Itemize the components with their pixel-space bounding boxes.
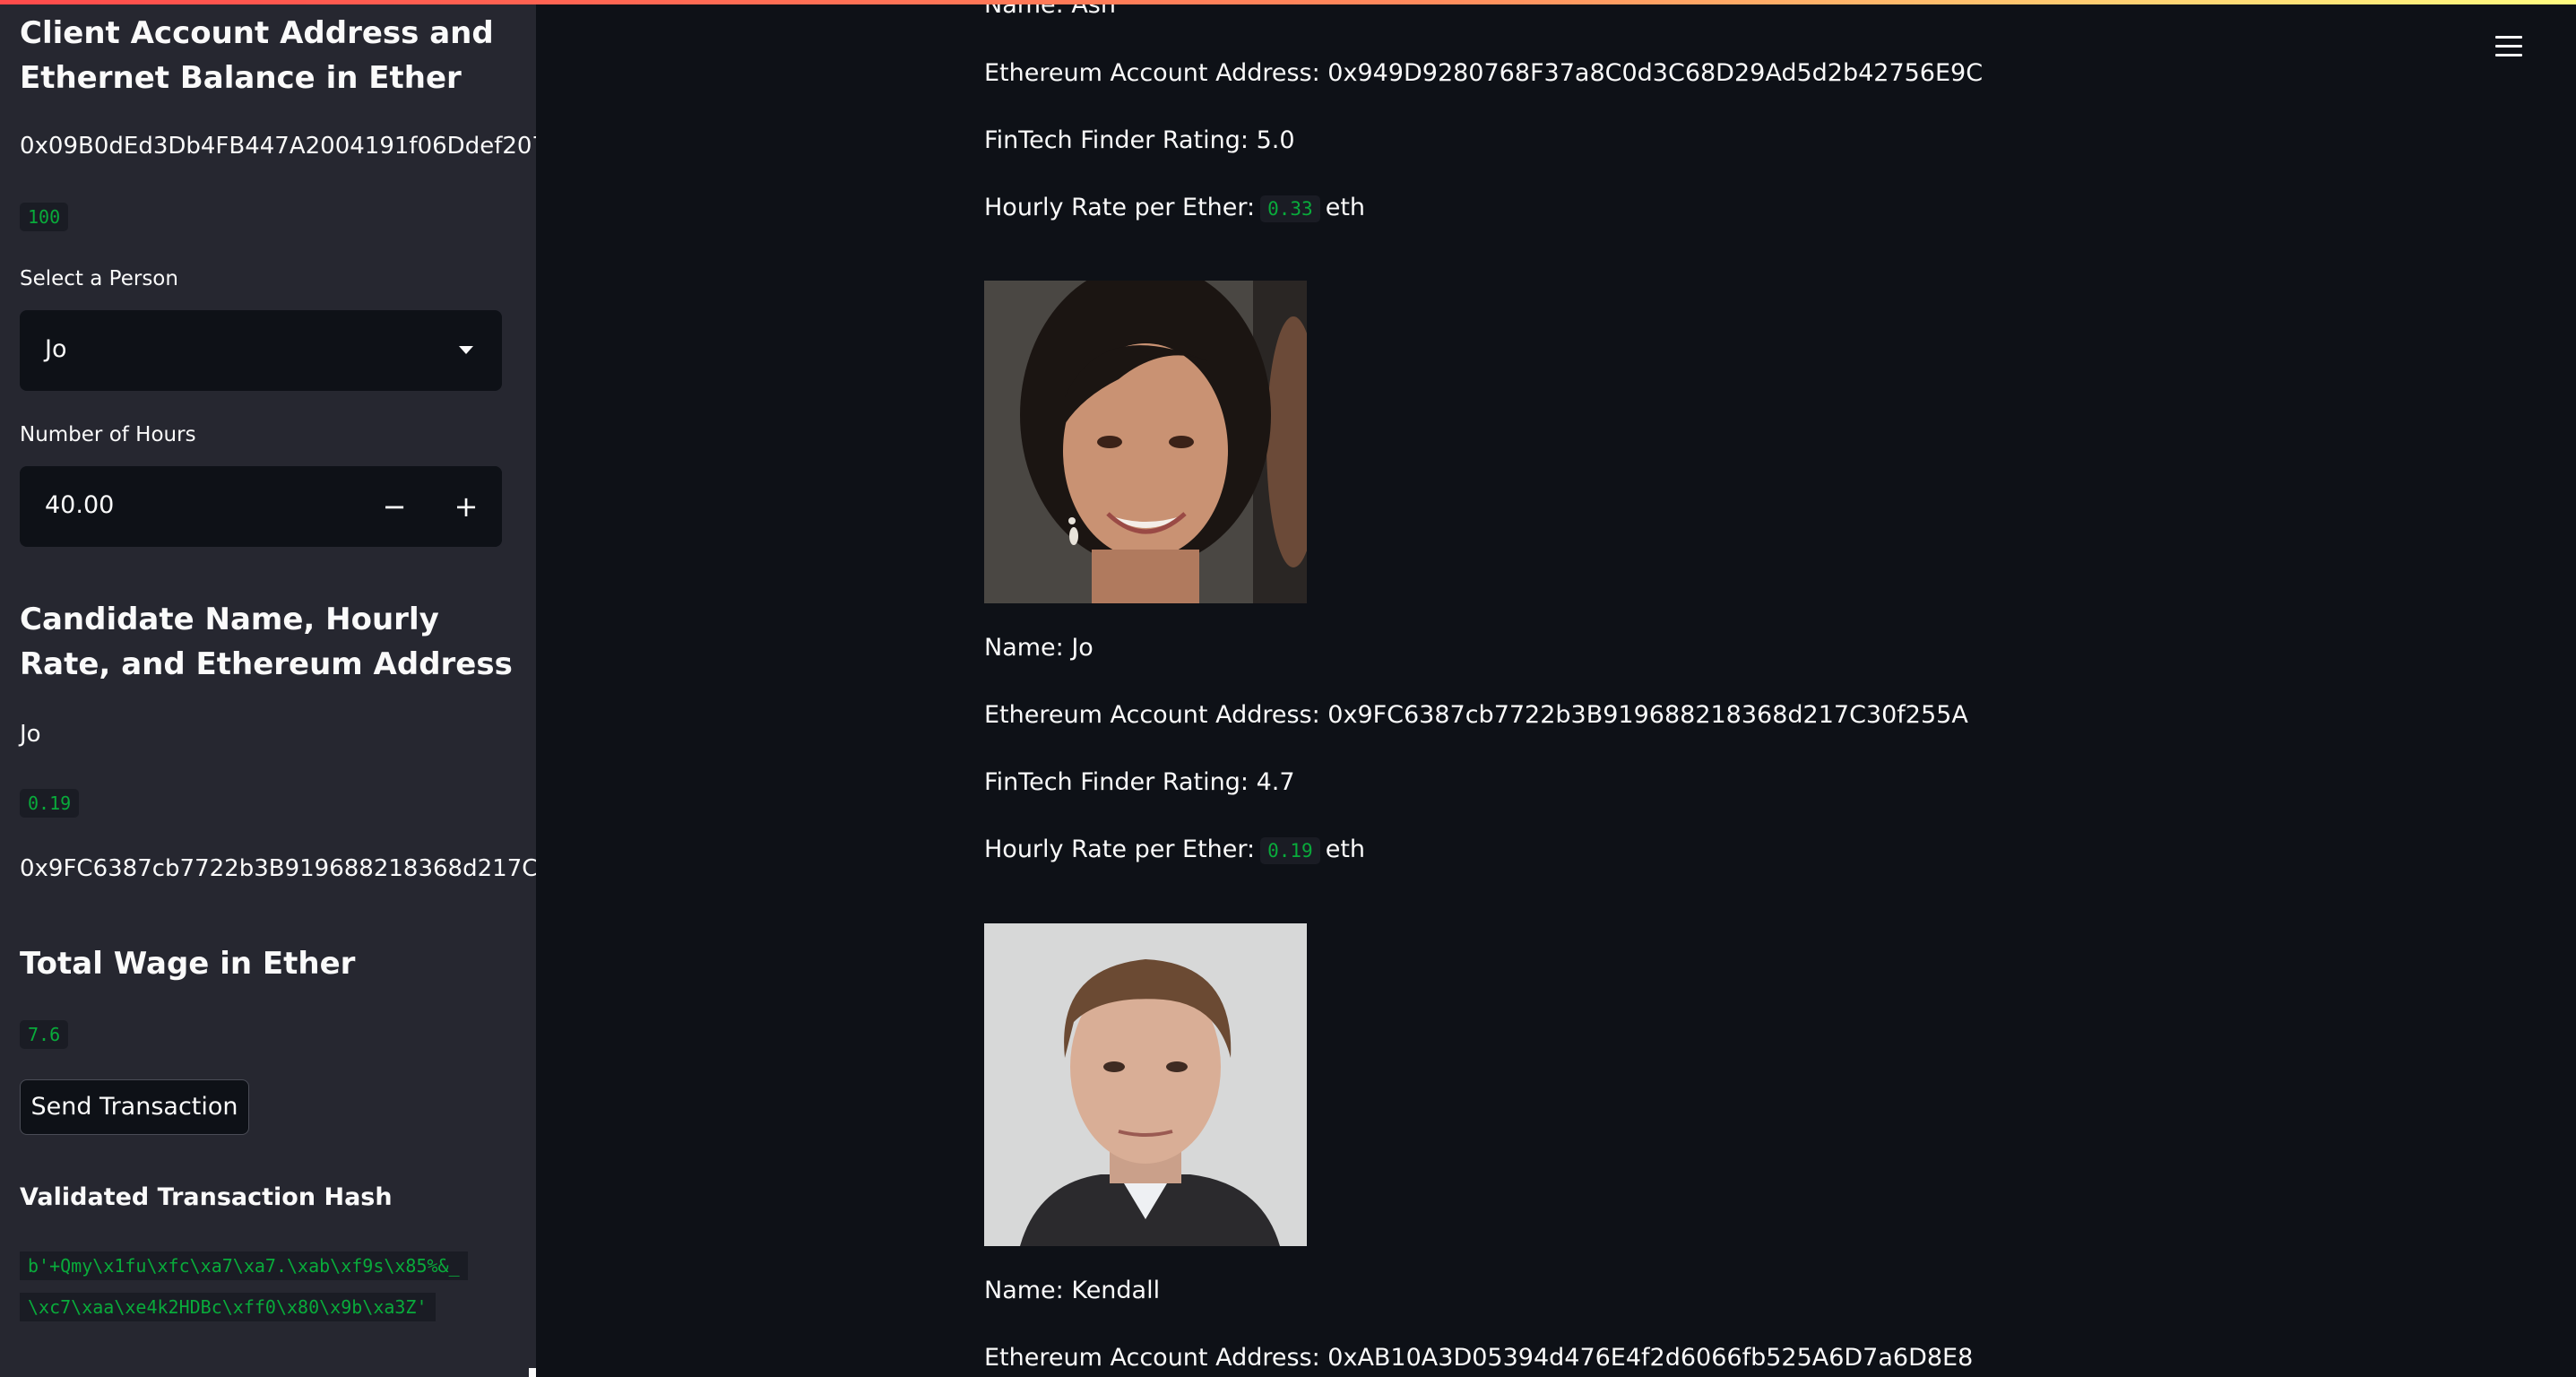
sidebar: Client Account Address and Ethernet Bala… [0, 0, 536, 1377]
rate-value: 0.19 [1260, 837, 1320, 864]
jo-rating: FinTech Finder Rating: 4.7 [984, 768, 1295, 796]
select-person-dropdown[interactable]: Jo [20, 310, 502, 391]
increment-button[interactable]: + [430, 466, 502, 547]
wage-value: 7.6 [20, 1020, 69, 1049]
transaction-hash-line-2: \xc7\xaa\xe4k2HDBc\xff0\x80\x9b\xa3Z' [20, 1293, 436, 1321]
balance-value: 100 [20, 203, 69, 231]
select-person-value: Jo [45, 335, 67, 363]
account-heading: Client Account Address and Ethernet Bala… [20, 15, 494, 96]
rate-unit: eth [1325, 194, 1366, 221]
rate-label: Hourly Rate per Ether: [984, 194, 1256, 221]
candidate-heading: Candidate Name, Hourly Rate, and Ethereu… [20, 602, 513, 682]
rate-label: Hourly Rate per Ether: [984, 836, 1256, 863]
main-content: Name: Ash Ethereum Account Address: 0x94… [536, 0, 2576, 1377]
rate-unit: eth [1325, 836, 1366, 863]
ash-rating: FinTech Finder Rating: 5.0 [984, 126, 1295, 154]
ash-address: Ethereum Account Address: 0x949D9280768F… [984, 59, 1984, 87]
kendall-photo [984, 923, 1307, 1246]
jo-photo [984, 281, 1307, 603]
sidebar-scrollbar[interactable] [529, 1368, 536, 1377]
decrement-button[interactable]: − [359, 466, 430, 547]
kendall-address: Ethereum Account Address: 0xAB10A3D05394… [984, 1344, 1974, 1372]
chevron-down-icon [459, 346, 473, 354]
hours-label: Number of Hours [20, 423, 196, 446]
candidate-address: 0x9FC6387cb7722b3B919688218368d217C30f2! [20, 855, 536, 882]
wage-heading: Total Wage in Ether [20, 946, 356, 982]
hours-number-input[interactable]: 40.00 − + [20, 466, 502, 547]
hash-heading: Validated Transaction Hash [20, 1183, 393, 1211]
hours-input-value[interactable]: 40.00 [45, 491, 114, 519]
jo-hourly-rate: Hourly Rate per Ether: 0.19 eth [984, 836, 1366, 864]
rate-value: 0.33 [1260, 195, 1320, 222]
jo-address: Ethereum Account Address: 0x9FC6387cb772… [984, 701, 1968, 729]
candidate-name: Jo [20, 721, 41, 748]
hamburger-menu-icon[interactable] [2495, 36, 2522, 59]
client-account-address: 0x09B0dEd3Db4FB447A2004191f06Ddef2075bA [20, 133, 536, 160]
jo-name: Name: Jo [984, 634, 1094, 662]
candidate-rate: 0.19 [20, 789, 80, 818]
transaction-hash-line-1: b'+Qmy\x1fu\xfc\xa7\xa7.\xab\xf9s\x85%&_ [20, 1251, 468, 1280]
ash-hourly-rate: Hourly Rate per Ether: 0.33 eth [984, 194, 1366, 222]
select-person-label: Select a Person [20, 267, 178, 290]
top-decoration-bar [0, 0, 2576, 4]
kendall-name: Name: Kendall [984, 1277, 1161, 1304]
send-transaction-button[interactable]: Send Transaction [20, 1079, 249, 1135]
